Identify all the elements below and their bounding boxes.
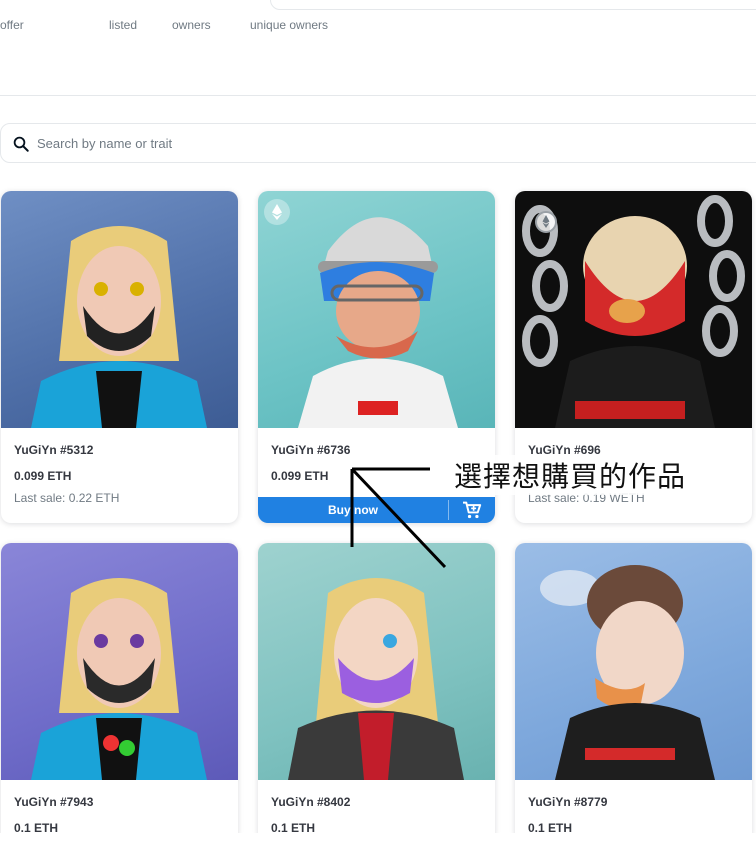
annotation-text: 選擇想購買的作品: [450, 455, 691, 495]
annotation-arrow: [350, 467, 447, 569]
